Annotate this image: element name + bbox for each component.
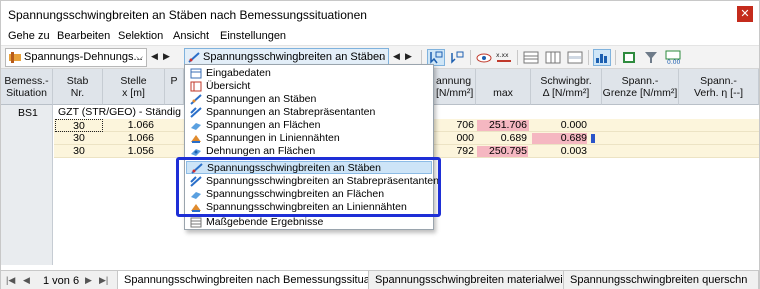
menu-selektion[interactable]: Selektion	[118, 30, 163, 42]
situation-cell	[1, 105, 53, 265]
dropdown-item-spannungen-flaechen[interactable]: Spannungen an Flächen	[186, 119, 432, 132]
export-icon[interactable]	[620, 49, 638, 66]
weld-stress-icon	[191, 135, 201, 143]
col-header-stab[interactable]: Stab Nr.	[53, 69, 103, 105]
dropdown-item-spannungen-stabrepr[interactable]: Spannungen an Stabrepräsentanten	[186, 106, 432, 119]
max-cell: 0.689	[500, 132, 527, 144]
surface-strain-icon	[191, 149, 201, 156]
tab-materialweise[interactable]: Spannungsschwingbreiten materialweise	[369, 271, 564, 289]
prev-arrow-icon[interactable]: ◀	[393, 51, 400, 62]
col-header-verhaeltnis[interactable]: Spann.- Verh. η [--]	[679, 69, 759, 105]
dropdown-item-uebersicht[interactable]: Übersicht	[186, 80, 432, 93]
dropdown-item-spannungen-liniennaehten[interactable]: Spannungen in Liniennähten	[186, 132, 432, 145]
dropdown-item-label: Eingabedaten	[206, 67, 271, 79]
col-header-situation[interactable]: Bemess.- Situation	[1, 69, 53, 105]
col-header-p[interactable]: P	[165, 69, 184, 105]
delta-cell: 0.003	[560, 145, 587, 157]
title-bar: Spannungsschwingbreiten an Stäben nach B…	[1, 1, 759, 27]
max-cell: 250.795	[489, 145, 527, 157]
toolbar-separator	[517, 50, 518, 65]
prev-arrow-icon[interactable]: ◀	[151, 51, 158, 62]
col-header-spannung-min[interactable]: annung [N/mm²]	[434, 69, 476, 105]
pager-text: 1 von 6	[43, 275, 80, 287]
module-combo[interactable]: Spannungs-Dehnungs... ⌵	[5, 48, 147, 67]
highlight-frame	[176, 157, 441, 217]
menu-bearbeiten[interactable]: Bearbeiten	[57, 30, 110, 42]
stelle-cell: 1.066	[127, 119, 154, 131]
stab-cell[interactable]: 30	[54, 145, 104, 158]
dropdown-item-label: Übersicht	[206, 80, 251, 92]
delta-cell: 0.689	[560, 132, 587, 144]
close-button[interactable]: ✕	[737, 6, 753, 22]
values-icon[interactable]: x.xx	[495, 49, 513, 66]
col-header-grenze[interactable]: Spann.- Grenze [N/mm²]	[602, 69, 679, 105]
select-member-icon[interactable]	[448, 49, 466, 66]
funnel-icon[interactable]	[642, 49, 660, 66]
dropdown-item-spannungen-staeben[interactable]: Spannungen an Stäben	[186, 93, 432, 106]
stelle-cell: 1.066	[127, 132, 154, 144]
situation-label[interactable]: BS1	[18, 107, 38, 119]
overview-icon	[190, 81, 202, 92]
delta-cell: 0.000	[560, 119, 587, 131]
menu-einstellungen[interactable]: Einstellungen	[220, 30, 286, 42]
stress-strain-icon	[9, 52, 21, 63]
menu-gehe-zu[interactable]: Gehe zu	[8, 30, 50, 42]
max-cell: 251.706	[489, 119, 527, 131]
min-cell: 706	[456, 119, 474, 131]
dropdown-item-massgebende[interactable]: Maßgebende Ergebnisse	[186, 216, 432, 229]
eye-icon[interactable]	[475, 49, 493, 66]
dropdown-item-label: Spannungen an Stabrepräsentanten	[206, 106, 376, 118]
toolbar-separator	[615, 50, 616, 65]
svg-text:x.xx: x.xx	[496, 52, 509, 59]
menu-bar: Gehe zu Bearbeiten Selektion Ansicht Ein…	[1, 27, 759, 47]
min-cell: 792	[456, 145, 474, 157]
stelle-cell: 1.056	[127, 145, 154, 157]
last-page-icon[interactable]: ▶|	[99, 275, 108, 286]
dropdown-item-label: Spannungen in Liniennähten	[206, 132, 340, 144]
svg-text:0.00: 0.00	[667, 59, 681, 65]
chevron-down-icon: ⌵	[136, 52, 143, 62]
governing-results-icon	[190, 217, 202, 228]
toolbar-separator	[421, 50, 422, 65]
module-combo-label: Spannungs-Dehnungs...	[24, 51, 143, 63]
dropdown-item-label: Dehnungen an Flächen	[206, 145, 316, 157]
toolbar-separator	[470, 50, 471, 65]
first-page-icon[interactable]: |◀	[6, 275, 15, 286]
decimal-icon[interactable]: 0.00	[664, 49, 682, 66]
next-arrow-icon[interactable]: ▶	[163, 51, 170, 62]
table-view-icon[interactable]	[522, 49, 540, 66]
col-header-stelle[interactable]: Stelle x [m]	[103, 69, 165, 105]
group-label: GZT (STR/GEO) - Ständig und	[58, 106, 202, 118]
column-view-icon[interactable]	[544, 49, 562, 66]
window-title: Spannungsschwingbreiten an Stäben nach B…	[8, 8, 367, 22]
dropdown-item-label: Spannungen an Stäben	[206, 93, 317, 105]
input-data-icon	[190, 68, 202, 79]
tab-querschnittsweise[interactable]: Spannungsschwingbreiten querschn	[564, 271, 759, 289]
menu-ansicht[interactable]: Ansicht	[173, 30, 209, 42]
dropdown-item-label: Maßgebende Ergebnisse	[206, 216, 324, 228]
stab-cell[interactable]: 30	[54, 132, 104, 145]
dropdown-item-label: Spannungen an Flächen	[206, 119, 321, 131]
range-icon	[188, 52, 200, 63]
header-top-fill	[476, 69, 531, 85]
chart-icon[interactable]	[593, 49, 611, 66]
results-window: Spannungsschwingbreiten an Stäben nach B…	[0, 0, 760, 289]
table-combo-label: Spannungsschwingbreiten an Stäben	[203, 51, 386, 63]
next-arrow-icon[interactable]: ▶	[405, 51, 412, 62]
member-stress-icon	[190, 94, 202, 105]
dropdown-item-eingabedaten[interactable]: Eingabedaten	[186, 67, 432, 80]
next-page-icon[interactable]: ▶	[85, 275, 92, 286]
member-set-stress-icon	[190, 107, 202, 118]
surface-stress-icon	[191, 123, 201, 130]
tab-bar: |◀ ◀ 1 von 6 ▶ ▶| Spannungsschwingbreite…	[1, 270, 759, 289]
tab-bemessungssituation[interactable]: Spannungsschwingbreiten nach Bemessungss…	[117, 271, 369, 289]
toolbar-separator	[588, 50, 589, 65]
prev-page-icon[interactable]: ◀	[23, 275, 30, 286]
min-cell: 000	[456, 132, 474, 144]
ratio-marker	[591, 134, 595, 143]
col-header-schwingbreite[interactable]: Schwingbr. Δ [N/mm²]	[531, 69, 602, 105]
filter-icon[interactable]	[566, 49, 584, 66]
stab-cell[interactable]: 30	[55, 119, 103, 132]
